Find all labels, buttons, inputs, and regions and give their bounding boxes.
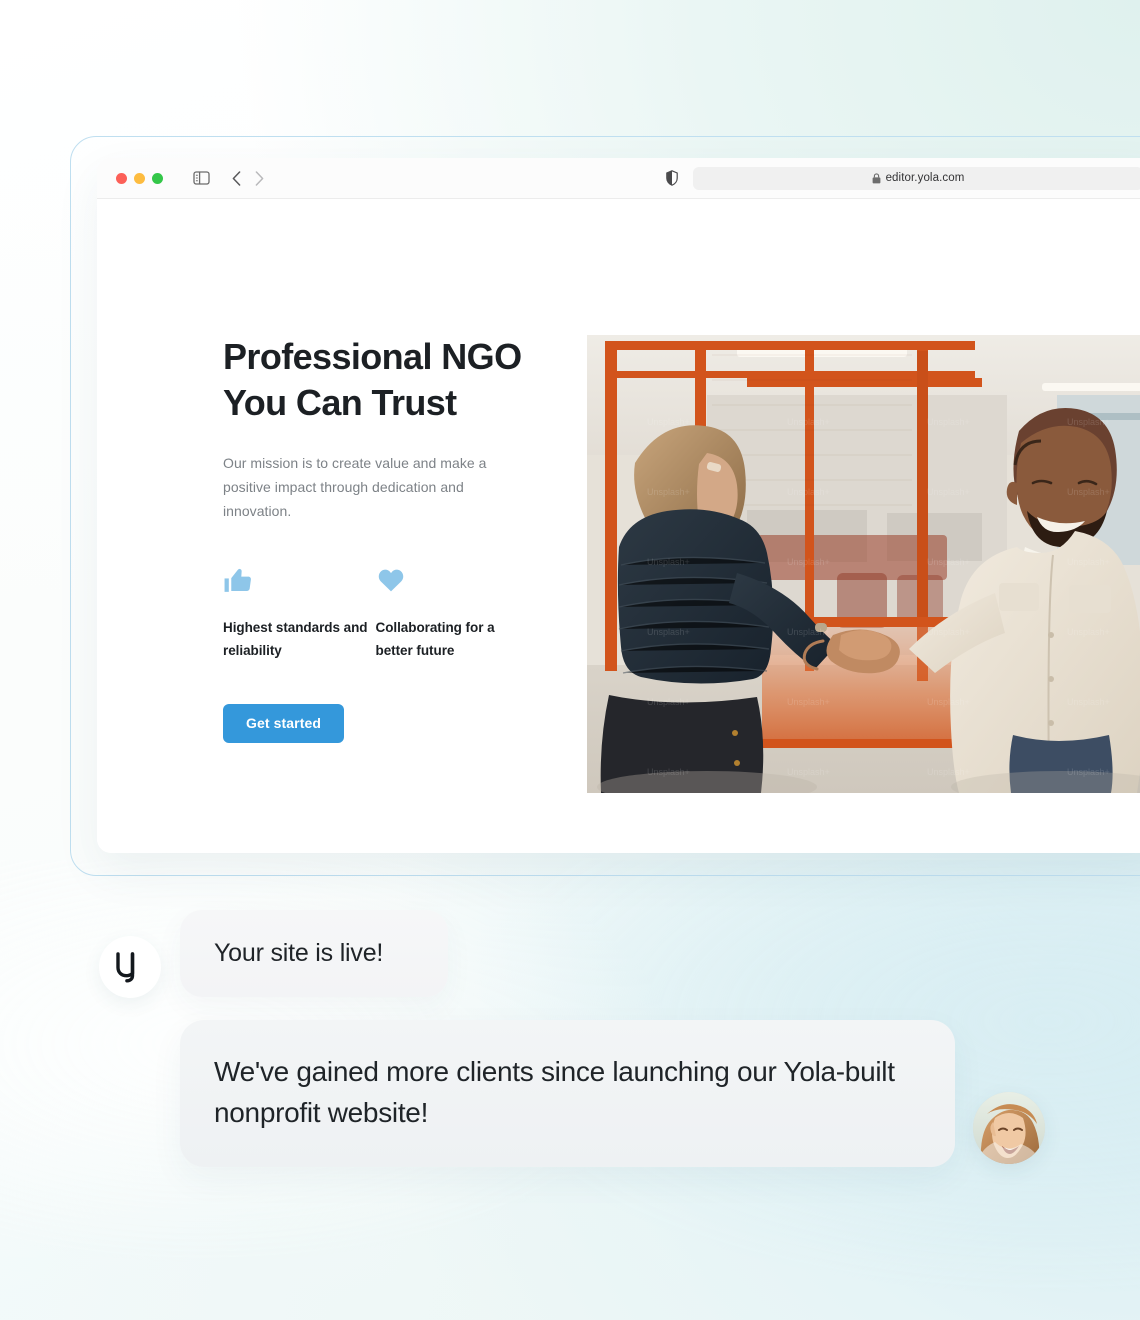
feature-label: Highest standards and reliability (223, 620, 368, 658)
svg-text:Unsplash+: Unsplash+ (647, 627, 690, 637)
shield-icon[interactable] (666, 170, 678, 186)
get-started-button[interactable]: Get started (223, 703, 345, 743)
sidebar-icon[interactable] (193, 171, 210, 185)
hero-subtitle: Our mission is to create value and make … (223, 455, 487, 520)
svg-text:Unsplash+: Unsplash+ (1067, 697, 1110, 707)
svg-text:Unsplash+: Unsplash+ (927, 557, 970, 567)
svg-text:Unsplash+: Unsplash+ (1067, 627, 1110, 637)
chat-bubble-brand: Your site is live! (180, 910, 448, 998)
svg-text:Unsplash+: Unsplash+ (787, 767, 830, 777)
svg-text:Unsplash+: Unsplash+ (787, 627, 830, 637)
customer-avatar (973, 1092, 1045, 1164)
svg-text:Unsplash+: Unsplash+ (787, 557, 830, 567)
svg-text:Unsplash+: Unsplash+ (1067, 417, 1110, 427)
close-window-button[interactable] (116, 172, 127, 184)
feature-label: Collaborating for a better future (375, 620, 495, 658)
website-viewport: Professional NGO You Can Trust Our missi… (97, 199, 1140, 853)
svg-text:Unsplash+: Unsplash+ (647, 487, 690, 497)
svg-text:Unsplash+: Unsplash+ (647, 697, 690, 707)
svg-text:Unsplash+: Unsplash+ (1067, 487, 1110, 497)
chat-bubble-text: Your site is live! (214, 939, 384, 967)
svg-text:Unsplash+: Unsplash+ (927, 417, 970, 427)
minimize-window-button[interactable] (134, 172, 145, 184)
chevron-left-icon[interactable] (232, 170, 241, 186)
address-bar-content: editor.yola.com (872, 172, 965, 184)
svg-text:Unsplash+: Unsplash+ (787, 417, 830, 427)
svg-text:Unsplash+: Unsplash+ (787, 697, 830, 707)
feature-list: Highest standards and reliability Collab… (223, 565, 528, 662)
svg-text:Unsplash+: Unsplash+ (927, 767, 970, 777)
chat-bubble-text: We've gained more clients since launchin… (214, 1056, 895, 1128)
svg-text:Unsplash+: Unsplash+ (647, 557, 690, 567)
yola-y-glyph (116, 952, 135, 983)
thumbs-up-icon (223, 565, 376, 597)
hero-image: Unsplash+ Unsplash+ Unsplash+ Unsplash+ Un… (587, 335, 1140, 793)
svg-text:Unsplash+: Unsplash+ (927, 627, 970, 637)
url-text: editor.yola.com (885, 172, 965, 184)
yola-logo-avatar (99, 936, 161, 998)
svg-text:Unsplash+: Unsplash+ (1067, 767, 1110, 777)
svg-text:Unsplash+: Unsplash+ (927, 697, 970, 707)
svg-text:Unsplash+: Unsplash+ (1067, 557, 1110, 567)
zoom-window-button[interactable] (152, 172, 163, 184)
feature-item-standards: Highest standards and reliability (223, 565, 376, 662)
lock-icon (872, 172, 881, 184)
svg-text:Unsplash+: Unsplash+ (647, 417, 690, 427)
svg-text:Unsplash+: Unsplash+ (647, 767, 690, 777)
page-title: Professional NGO You Can Trust (223, 336, 522, 424)
chat-bubble-customer: We've gained more clients since launchin… (180, 1020, 955, 1168)
navigation-arrows (232, 170, 264, 186)
heart-icon (376, 565, 529, 597)
svg-text:Unsplash+: Unsplash+ (787, 487, 830, 497)
feature-item-collaboration: Collaborating for a better future (376, 565, 529, 662)
browser-window: editor.yola.com Professional NGO You Can… (97, 158, 1140, 853)
address-bar[interactable]: editor.yola.com (693, 166, 1140, 190)
window-traffic-lights (116, 172, 163, 184)
hero-copy: Professional NGO You Can Trust Our missi… (223, 334, 528, 743)
browser-toolbar: editor.yola.com (97, 158, 1140, 199)
chevron-right-icon[interactable] (255, 170, 264, 186)
svg-text:Unsplash+: Unsplash+ (927, 487, 970, 497)
